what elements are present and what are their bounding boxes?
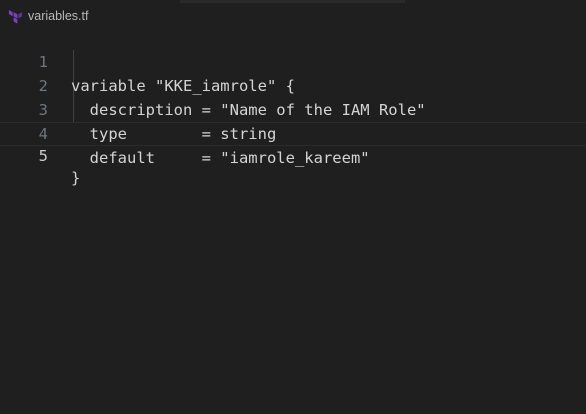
code-area[interactable]: 1 variable "KKE_iamrole" { 2 description… bbox=[0, 26, 586, 414]
tab-edge bbox=[180, 0, 405, 3]
line-content[interactable]: default = "iamrole_kareem" bbox=[71, 146, 370, 170]
code-line-active[interactable]: 5 } bbox=[0, 122, 586, 187]
terraform-icon bbox=[8, 9, 23, 24]
line-content[interactable]: } bbox=[71, 167, 80, 189]
code-line[interactable]: 2 description = "Name of the IAM Role" bbox=[0, 50, 586, 119]
breadcrumb-filename[interactable]: variables.tf bbox=[28, 9, 88, 23]
line-number: 5 bbox=[38, 147, 48, 165]
code-line[interactable]: 1 variable "KKE_iamrole" { bbox=[0, 26, 586, 95]
code-editor[interactable]: variables.tf 1 variable "KKE_iamrole" { … bbox=[0, 0, 586, 414]
code-line[interactable]: 4 default = "iamrole_kareem" bbox=[0, 98, 586, 167]
code-line[interactable]: 3 type = string bbox=[0, 74, 586, 143]
breadcrumb[interactable]: variables.tf bbox=[8, 7, 88, 25]
